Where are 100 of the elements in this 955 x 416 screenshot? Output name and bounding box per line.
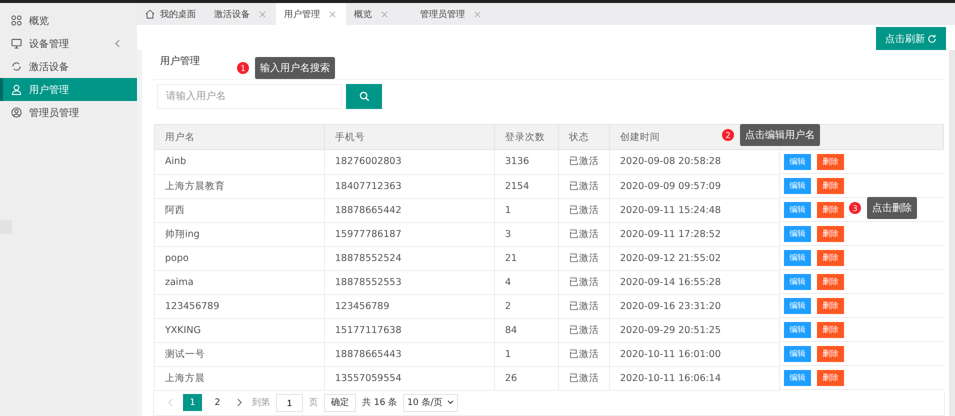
- tooltip: 点击删除: [867, 197, 917, 219]
- table-cell: 已激活: [558, 318, 610, 342]
- table-cell: 2020-09-08 20:58:28: [610, 150, 780, 174]
- caret-icon: [446, 400, 454, 405]
- table-cell: 2020-09-16 23:31:20: [610, 294, 780, 318]
- table-cell: popo: [154, 246, 324, 270]
- sidebar-item[interactable]: 激活设备: [0, 55, 137, 78]
- table-cell: Ainb: [154, 150, 324, 174]
- tab[interactable]: 激活设备: [206, 3, 276, 25]
- table-cell: 已激活: [558, 246, 610, 270]
- column-header: 登录次数: [494, 124, 558, 150]
- home-icon: [145, 9, 155, 19]
- edit-button[interactable]: 编辑: [784, 298, 811, 314]
- confirm-button[interactable]: 确定: [324, 394, 356, 412]
- table-cell: 已激活: [558, 174, 610, 198]
- table-cell: 帅翔ing: [154, 222, 324, 246]
- delete-button[interactable]: 删除: [817, 202, 844, 218]
- close-icon[interactable]: [474, 10, 481, 18]
- column-header: 用户名: [154, 124, 324, 150]
- column-header: 手机号: [324, 124, 494, 150]
- goto-label: 到第: [252, 396, 270, 409]
- delete-button[interactable]: 删除: [817, 346, 844, 362]
- table-cell: 上海方晨教育: [154, 174, 324, 198]
- sidebar-item[interactable]: 管理员管理: [0, 101, 137, 124]
- edit-button[interactable]: 编辑: [784, 346, 811, 362]
- table-cell: 已激活: [558, 366, 610, 390]
- table-cell: 3136: [494, 150, 558, 174]
- table-cell: 123456789: [324, 294, 494, 318]
- table-cell: 已激活: [558, 150, 610, 174]
- tab[interactable]: 我的桌面: [137, 3, 206, 25]
- table-cell: 21: [494, 246, 558, 270]
- tab[interactable]: 管理员管理: [412, 3, 491, 25]
- page-size-select[interactable]: 10 条/页: [403, 394, 458, 412]
- search-field[interactable]: 请输入用户名: [157, 84, 342, 109]
- edit-button[interactable]: 编辑: [784, 202, 811, 218]
- edit-button[interactable]: 编辑: [784, 322, 811, 338]
- sidebar-item[interactable]: 概览: [0, 9, 137, 32]
- edit-button[interactable]: 编辑: [784, 274, 811, 290]
- refresh-button[interactable]: 点击刷新: [876, 27, 946, 50]
- sidebar-item[interactable]: 用户管理: [0, 78, 137, 101]
- page-input[interactable]: 1: [276, 394, 303, 412]
- close-icon[interactable]: [381, 10, 388, 18]
- table-cell: 15177117638: [324, 318, 494, 342]
- table-cell: 1: [494, 198, 558, 222]
- close-icon[interactable]: [329, 10, 336, 18]
- table-cell: 已激活: [558, 342, 610, 366]
- table-cell: 2020-09-14 16:55:28: [610, 270, 780, 294]
- delete-button[interactable]: 删除: [817, 298, 844, 314]
- edit-button[interactable]: 编辑: [784, 226, 811, 242]
- edit-button[interactable]: 编辑: [784, 250, 811, 266]
- table-cell: 123456789: [154, 294, 324, 318]
- page-number[interactable]: 2: [208, 394, 227, 411]
- table-cell: 2020-09-12 21:55:02: [610, 246, 780, 270]
- table-cell: 上海方晨: [154, 366, 324, 390]
- sidebar-label: 概览: [29, 14, 49, 28]
- table-cell: 18878552553: [324, 270, 494, 294]
- delete-button[interactable]: 删除: [817, 274, 844, 290]
- delete-button[interactable]: 删除: [817, 370, 844, 386]
- next-page-icon[interactable]: [237, 398, 242, 407]
- table-cell: 18407712363: [324, 174, 494, 198]
- delete-button[interactable]: 删除: [817, 154, 844, 170]
- table-cell: 13557059554: [324, 366, 494, 390]
- total-count: 共 16 条: [362, 396, 398, 409]
- table-cell: 2154: [494, 174, 558, 198]
- tab[interactable]: 概览: [346, 3, 412, 25]
- table-cell: 1: [494, 342, 558, 366]
- close-icon[interactable]: [259, 10, 266, 18]
- table-cell: 已激活: [558, 294, 610, 318]
- delete-button[interactable]: 删除: [817, 226, 844, 242]
- chevron-left-icon: [115, 39, 120, 48]
- page-number[interactable]: 1: [183, 394, 202, 411]
- edit-button[interactable]: 编辑: [784, 178, 811, 194]
- refresh-icon: [927, 34, 937, 44]
- sidebar-label: 用户管理: [29, 84, 69, 96]
- edit-button[interactable]: 编辑: [784, 370, 811, 386]
- search-button[interactable]: [346, 84, 382, 109]
- table-cell: 3: [494, 222, 558, 246]
- tooltip: 输入用户名搜索: [255, 57, 335, 79]
- table-cell: 15977786187: [324, 222, 494, 246]
- edit-button[interactable]: 编辑: [784, 154, 811, 170]
- table-cell: 阿西: [154, 198, 324, 222]
- table-cell: 18878665442: [324, 198, 494, 222]
- sidebar-label: 设备管理: [29, 38, 69, 50]
- table-cell: 2020-09-11 17:28:52: [610, 222, 780, 246]
- table-cell: 2020-09-11 15:24:48: [610, 198, 780, 222]
- table-cell: 84: [494, 318, 558, 342]
- table-cell: 2020-10-11 16:06:14: [610, 366, 780, 390]
- sidebar-label: 管理员管理: [29, 106, 79, 120]
- prev-page-icon[interactable]: [168, 398, 173, 407]
- grid-icon: [11, 15, 22, 26]
- sidebar-item[interactable]: 设备管理: [0, 32, 137, 55]
- table-cell: 2020-09-29 20:51:25: [610, 318, 780, 342]
- table-cell: 18276002803: [324, 150, 494, 174]
- sidebar-label: 激活设备: [29, 60, 69, 74]
- delete-button[interactable]: 删除: [817, 322, 844, 338]
- tab[interactable]: 用户管理: [276, 3, 346, 25]
- table-cell: 已激活: [558, 270, 610, 294]
- delete-button[interactable]: 删除: [817, 178, 844, 194]
- table-cell: 4: [494, 270, 558, 294]
- delete-button[interactable]: 删除: [817, 250, 844, 266]
